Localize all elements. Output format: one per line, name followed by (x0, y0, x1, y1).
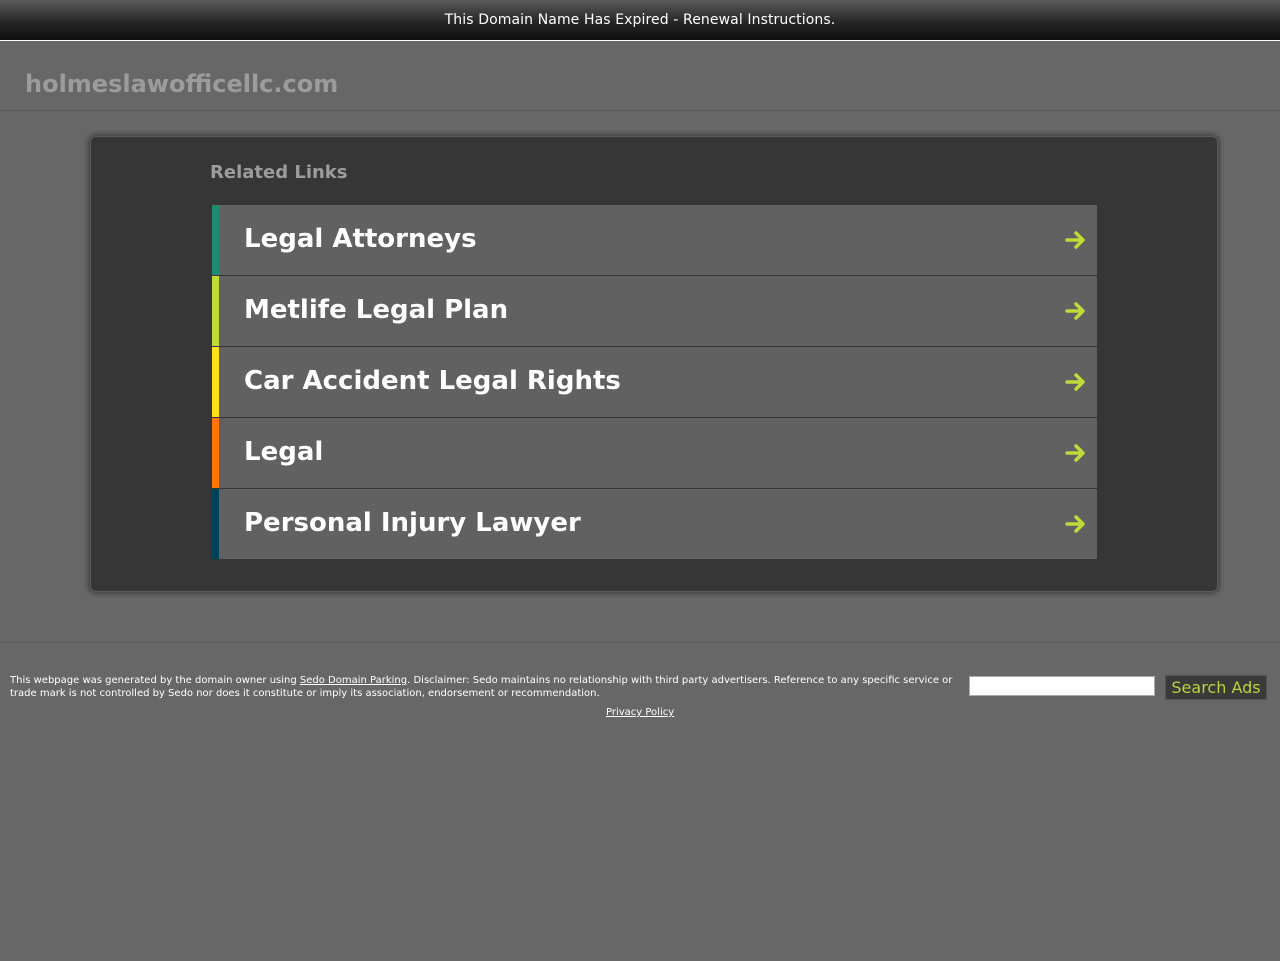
expired-banner: This Domain Name Has Expired - Renewal I… (0, 0, 1280, 41)
related-link-item[interactable]: Legal Attorneys (212, 205, 1097, 275)
domain-title: holmeslawofficellc.com (25, 70, 339, 98)
search-ads-button[interactable]: Search Ads (1165, 675, 1267, 700)
arrow-right-icon (1065, 515, 1085, 533)
site-header: holmeslawofficellc.com (0, 42, 1280, 111)
related-link-item[interactable]: Car Accident Legal Rights (212, 347, 1097, 417)
arrow-right-icon (1065, 444, 1085, 462)
privacy-policy-link[interactable]: Privacy Policy (606, 707, 674, 718)
related-link-label[interactable]: Legal (244, 437, 323, 467)
disclaimer-text: This webpage was generated by the domain… (10, 674, 960, 700)
related-link-label[interactable]: Metlife Legal Plan (244, 295, 508, 325)
color-stripe (212, 347, 219, 417)
search-ads-input[interactable] (969, 676, 1155, 696)
related-link-item[interactable]: Legal (212, 418, 1097, 488)
related-links-title: Related Links (210, 162, 348, 183)
footer: This webpage was generated by the domain… (0, 642, 1280, 961)
disclaimer-prefix: This webpage was generated by the domain… (10, 675, 300, 686)
arrow-right-icon (1065, 373, 1085, 391)
arrow-right-icon (1065, 302, 1085, 320)
related-links-list: Legal Attorneys Metlife Legal Plan Car A… (212, 205, 1097, 560)
color-stripe (212, 489, 219, 559)
related-link-label[interactable]: Personal Injury Lawyer (244, 508, 581, 538)
expired-renewal-link[interactable]: This Domain Name Has Expired - Renewal I… (445, 12, 836, 28)
related-link-item[interactable]: Metlife Legal Plan (212, 276, 1097, 346)
sedo-parking-link[interactable]: Sedo Domain Parking (300, 675, 407, 686)
color-stripe (212, 276, 219, 346)
related-links-panel: Related Links Legal Attorneys Metlife Le… (90, 136, 1218, 592)
related-link-item[interactable]: Personal Injury Lawyer (212, 489, 1097, 559)
related-link-label[interactable]: Car Accident Legal Rights (244, 366, 621, 396)
color-stripe (212, 418, 219, 488)
color-stripe (212, 205, 219, 275)
arrow-right-icon (1065, 231, 1085, 249)
related-link-label[interactable]: Legal Attorneys (244, 224, 477, 254)
